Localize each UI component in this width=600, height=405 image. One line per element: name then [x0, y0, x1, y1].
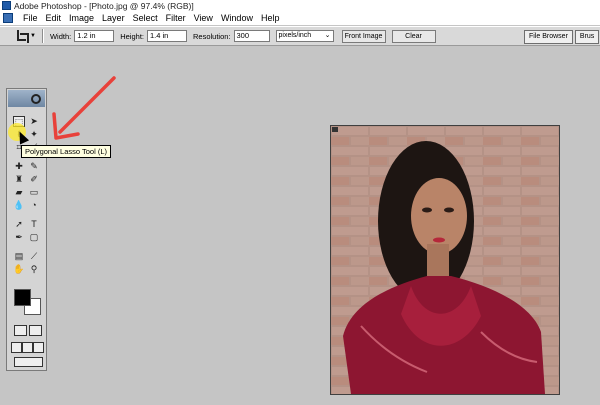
height-field[interactable]: 1.4 in	[146, 30, 187, 42]
red-arrow-annotation-icon	[52, 76, 116, 140]
type-tool-icon[interactable]: T	[28, 219, 40, 230]
full-screen-menu-mode-icon[interactable]	[22, 342, 33, 353]
menu-bar: File Edit Image Layer Select Filter View…	[0, 11, 600, 25]
photoshop-app-icon	[2, 1, 11, 10]
zoom-tool-icon[interactable]: ⚲	[28, 264, 40, 275]
menu-window[interactable]: Window	[217, 13, 257, 23]
height-label: Height:	[120, 31, 144, 41]
notes-tool-icon[interactable]: ▤	[13, 251, 25, 262]
toolbox-header[interactable]	[8, 90, 45, 107]
resolution-units-select[interactable]: pixels/inch ⌄	[275, 30, 334, 42]
menu-file[interactable]: File	[19, 13, 42, 23]
menu-filter[interactable]: Filter	[162, 13, 190, 23]
standard-mode-icon[interactable]	[14, 325, 27, 336]
width-field[interactable]: 1.2 in	[74, 30, 115, 42]
resolution-label: Resolution:	[192, 31, 231, 41]
document-window[interactable]	[330, 125, 560, 395]
move-tool-icon[interactable]: ➤	[28, 116, 40, 127]
path-selection-tool-icon[interactable]: ➚	[13, 219, 25, 230]
palette-well: File Browser Brus	[522, 30, 600, 44]
brush-tool-icon[interactable]: ✎	[28, 161, 40, 172]
clear-button[interactable]: Clear	[391, 29, 436, 43]
quick-mask-mode-icon[interactable]	[29, 325, 42, 336]
menu-layer[interactable]: Layer	[98, 13, 129, 23]
eraser-tool-icon[interactable]: ▰	[13, 187, 25, 198]
pen-tool-icon[interactable]: ✒	[13, 232, 25, 243]
width-label: Width:	[49, 31, 72, 41]
menu-image[interactable]: Image	[65, 13, 98, 23]
dodge-tool-icon[interactable]: ◔	[28, 200, 40, 211]
tool-tooltip: Polygonal Lasso Tool (L)	[21, 145, 111, 158]
foreground-color-swatch[interactable]	[14, 289, 31, 306]
title-bar: Adobe Photoshop - [Photo.jpg @ 97.4% (RG…	[0, 0, 600, 11]
file-browser-tab[interactable]: File Browser	[524, 30, 573, 44]
menu-edit[interactable]: Edit	[42, 13, 66, 23]
history-brush-tool-icon[interactable]: ✐	[28, 174, 40, 185]
shape-tool-icon[interactable]: ▢	[28, 232, 40, 243]
magic-wand-tool-icon[interactable]: ✦	[28, 129, 40, 140]
crop-tool-icon[interactable]	[14, 29, 29, 43]
eyedropper-tool-icon[interactable]: ⟋	[28, 251, 40, 262]
tool-preset-dropdown-icon[interactable]: ▼	[30, 33, 36, 39]
blur-tool-icon[interactable]: 💧	[13, 200, 25, 211]
portrait-photo	[331, 126, 559, 394]
jump-to-imageready-icon[interactable]	[14, 357, 43, 367]
full-screen-mode-icon[interactable]	[33, 342, 44, 353]
resolution-units-value: pixels/inch	[278, 32, 312, 39]
resolution-field[interactable]: 300	[233, 30, 270, 42]
document-menu-icon[interactable]	[3, 13, 13, 23]
window-title: Adobe Photoshop - [Photo.jpg @ 97.4% (RG…	[14, 0, 194, 11]
brushes-tab[interactable]: Brus	[574, 30, 600, 44]
hand-tool-icon[interactable]: ✋	[13, 264, 25, 275]
options-bar: ▼ Width: 1.2 in Height: 1.4 in Resolutio…	[0, 26, 600, 46]
menu-help[interactable]: Help	[257, 13, 284, 23]
menu-select[interactable]: Select	[129, 13, 162, 23]
document-window-icon[interactable]	[332, 127, 338, 132]
options-divider	[41, 29, 44, 43]
front-image-button[interactable]: Front Image	[341, 29, 386, 43]
healing-brush-tool-icon[interactable]: ✚	[13, 161, 25, 172]
adobe-online-icon[interactable]	[31, 94, 41, 104]
clone-stamp-tool-icon[interactable]: ♜	[13, 174, 25, 185]
standard-screen-mode-icon[interactable]	[11, 342, 22, 353]
gradient-tool-icon[interactable]: ▭	[28, 187, 40, 198]
menu-view[interactable]: View	[190, 13, 217, 23]
chevron-down-icon: ⌄	[324, 32, 331, 39]
